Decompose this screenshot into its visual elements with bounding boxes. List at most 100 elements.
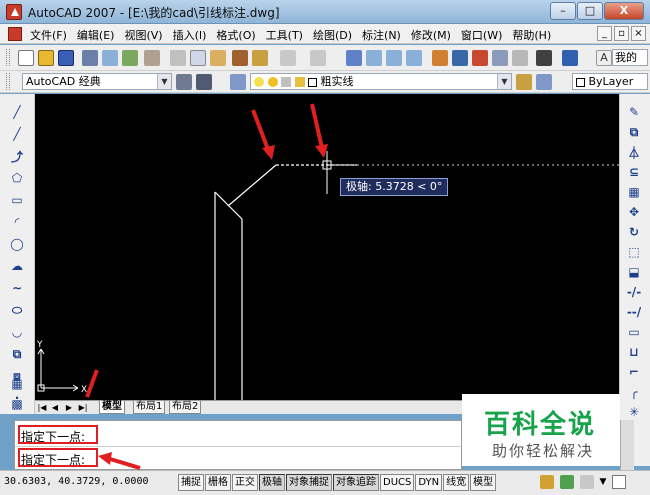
toolbar-grip[interactable] (6, 73, 10, 90)
grid-toggle[interactable]: 栅格 (205, 474, 231, 491)
arc-icon[interactable]: ◜ (9, 214, 25, 230)
dyn-toggle[interactable]: DYN (415, 474, 443, 491)
calculator-icon[interactable] (536, 50, 552, 66)
help-icon[interactable] (562, 50, 578, 66)
tab-layout2[interactable]: 布局2 (169, 401, 202, 414)
close-button[interactable]: X (604, 2, 644, 20)
tab-layout1[interactable]: 布局1 (133, 401, 166, 414)
first-tab-icon[interactable]: |◀ (36, 402, 48, 413)
rotate-icon[interactable]: ↻ (626, 224, 642, 240)
construction-line-icon[interactable]: ╱ (9, 126, 25, 142)
markup-icon[interactable] (512, 50, 528, 66)
line-icon[interactable]: ╱ (9, 104, 25, 120)
ducs-toggle[interactable]: DUCS (380, 474, 415, 491)
clean-screen-icon[interactable] (612, 475, 626, 489)
polygon-icon[interactable]: ⬠ (9, 170, 25, 186)
explode-icon[interactable]: ✳ (626, 404, 642, 420)
save-icon[interactable] (58, 50, 74, 66)
circle-icon[interactable]: ◯ (9, 236, 25, 252)
chamfer-icon[interactable]: ⌐ (626, 364, 642, 380)
layer-combo[interactable]: 粗实线 ▼ (250, 73, 512, 90)
extend-icon[interactable]: --/ (626, 304, 642, 320)
hatch-icon[interactable]: ▦ (9, 376, 25, 392)
lock-icon[interactable] (540, 475, 554, 489)
last-tab-icon[interactable]: ▶| (77, 402, 89, 413)
model-toggle[interactable]: 模型 (470, 474, 497, 491)
tab-model[interactable]: 模型 (99, 401, 125, 414)
trim-icon[interactable]: -/- (626, 284, 642, 300)
copy-object-icon[interactable]: ⧉ (626, 124, 642, 140)
insert-block-icon[interactable]: ⧉ (9, 346, 25, 362)
publish-icon[interactable] (122, 50, 138, 66)
undo-icon[interactable] (280, 50, 296, 66)
chevron-down-icon[interactable]: ▼ (157, 74, 171, 89)
zoom-previous-icon[interactable] (406, 50, 422, 66)
workspace-combo[interactable]: AutoCAD 经典 ▼ (22, 73, 172, 90)
open-folder-icon[interactable] (38, 50, 54, 66)
menu-dimension[interactable]: 标注(N) (362, 27, 401, 43)
autocad-app-icon[interactable] (6, 4, 22, 20)
text-style-icon[interactable]: A (596, 50, 612, 66)
pan-icon[interactable] (346, 50, 362, 66)
layer-manager-icon[interactable] (230, 74, 246, 90)
match-properties-icon[interactable] (232, 50, 248, 66)
scale-icon[interactable]: ⬚ (626, 244, 642, 260)
menu-file[interactable]: 文件(F) (30, 27, 67, 43)
plot-icon[interactable] (144, 50, 160, 66)
coordinate-readout[interactable]: 30.6303, 40.3729, 0.0000 (4, 476, 149, 487)
toolbar-grip[interactable] (6, 49, 10, 66)
fillet-icon[interactable]: ╭ (626, 384, 642, 400)
copy-icon[interactable] (190, 50, 206, 66)
workspace-settings-icon[interactable] (176, 74, 192, 90)
drawing-area[interactable]: Y X 极轴: 5.3728 < 0° (35, 94, 619, 400)
osnap-toggle[interactable]: 对象捕捉 (286, 474, 332, 491)
menu-format[interactable]: 格式(O) (216, 27, 255, 43)
doc-minimize-button[interactable]: _ (597, 26, 612, 41)
doc-restore-button[interactable]: ▫ (614, 26, 629, 41)
maximize-button[interactable]: □ (577, 2, 603, 20)
paste-icon[interactable] (210, 50, 226, 66)
menu-insert[interactable]: 插入(I) (173, 27, 207, 43)
next-tab-icon[interactable]: ▶ (63, 402, 75, 413)
ellipse-icon[interactable]: ⬭ (9, 302, 25, 318)
menu-window[interactable]: 窗口(W) (461, 27, 502, 43)
chevron-down-icon[interactable]: ▼ (598, 475, 608, 489)
document-icon[interactable] (8, 27, 22, 41)
polyline-icon[interactable]: ⤴ (9, 148, 25, 164)
minimize-button[interactable]: – (550, 2, 576, 20)
redo-icon[interactable] (310, 50, 326, 66)
cut-icon[interactable] (170, 50, 186, 66)
break-icon[interactable]: ▭ (626, 324, 642, 340)
polar-toggle[interactable]: 极轴 (259, 474, 285, 491)
ellipse-arc-icon[interactable]: ◡ (9, 324, 25, 340)
menu-view[interactable]: 视图(V) (124, 27, 162, 43)
command-window[interactable]: 指定下一点: 指定下一点: (14, 420, 462, 470)
toolbar-lock-icon[interactable] (580, 475, 594, 489)
gradient-icon[interactable]: ▩ (9, 396, 25, 412)
command-scrollbar[interactable] (620, 420, 634, 470)
menu-tools[interactable]: 工具(T) (266, 27, 303, 43)
mirror-icon[interactable]: ⏃ (626, 144, 642, 160)
color-combo[interactable]: ByLayer (572, 73, 648, 90)
menu-help[interactable]: 帮助(H) (512, 27, 551, 43)
otrack-toggle[interactable]: 对象追踪 (333, 474, 379, 491)
offset-icon[interactable]: ⊆ (626, 164, 642, 180)
block-editor-icon[interactable] (252, 50, 268, 66)
print-preview-icon[interactable] (102, 50, 118, 66)
design-center-icon[interactable] (452, 50, 468, 66)
workspace-save-icon[interactable] (196, 74, 212, 90)
menu-modify[interactable]: 修改(M) (411, 27, 451, 43)
stretch-icon[interactable]: ⬓ (626, 264, 642, 280)
erase-icon[interactable]: ✎ (626, 104, 642, 120)
prev-tab-icon[interactable]: ◀ (49, 402, 61, 413)
ortho-toggle[interactable]: 正交 (232, 474, 258, 491)
layer-previous-icon[interactable] (536, 74, 552, 90)
print-icon[interactable] (82, 50, 98, 66)
sheet-set-icon[interactable] (492, 50, 508, 66)
text-style-combo[interactable]: 我的 (612, 49, 648, 66)
move-icon[interactable]: ✥ (626, 204, 642, 220)
properties-icon[interactable] (432, 50, 448, 66)
spline-icon[interactable]: ∼ (9, 280, 25, 296)
zoom-window-icon[interactable] (386, 50, 402, 66)
zoom-realtime-icon[interactable] (366, 50, 382, 66)
